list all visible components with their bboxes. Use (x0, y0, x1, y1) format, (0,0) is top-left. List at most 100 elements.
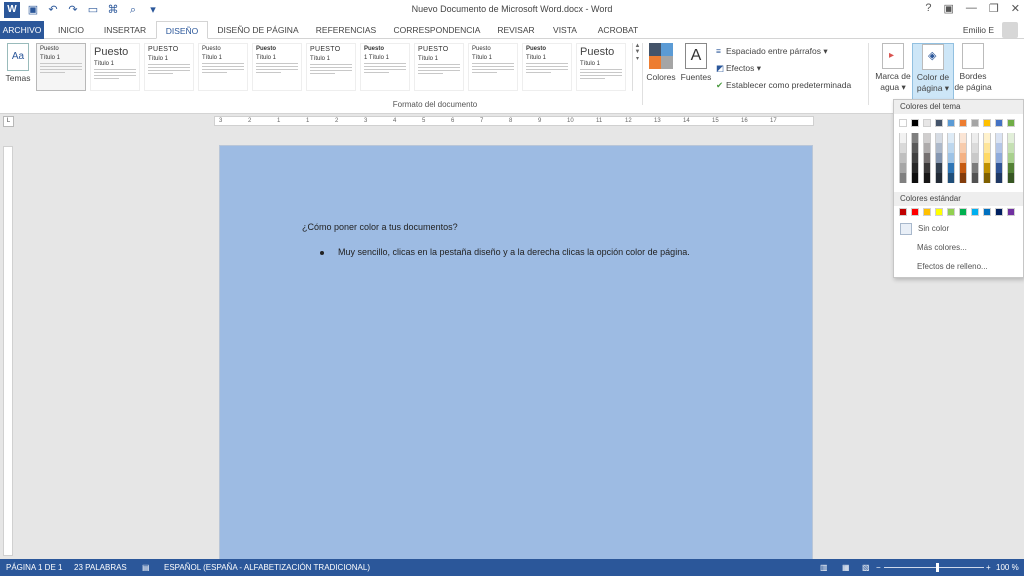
theme-shade-swatch[interactable] (1007, 173, 1015, 183)
theme-shade-swatch[interactable] (959, 153, 967, 163)
theme-color-swatch[interactable] (995, 119, 1003, 127)
tab-correspondencia[interactable]: CORRESPONDENCIA (388, 21, 486, 39)
theme-shade-swatch[interactable] (971, 173, 979, 183)
theme-shade-swatch[interactable] (899, 133, 907, 143)
theme-shade-swatch[interactable] (935, 163, 943, 173)
theme-shade-swatch[interactable] (971, 133, 979, 143)
theme-shade-swatch[interactable] (983, 173, 991, 183)
theme-color-swatch[interactable] (971, 119, 979, 127)
theme-shade-swatch[interactable] (923, 153, 931, 163)
web-layout-icon[interactable]: ▧ (862, 563, 870, 572)
theme-shade-swatch[interactable] (911, 173, 919, 183)
theme-shade-swatch[interactable] (935, 153, 943, 163)
theme-shade-swatch[interactable] (995, 133, 1003, 143)
style-set-thumbnail[interactable]: PUESTO Título 1 (306, 43, 356, 91)
theme-shade-swatch[interactable] (971, 163, 979, 173)
theme-color-swatch[interactable] (911, 119, 919, 127)
theme-shade-swatch[interactable] (1007, 163, 1015, 173)
theme-shade-swatch[interactable] (971, 143, 979, 153)
tab-selector[interactable]: L (3, 116, 14, 127)
word-count[interactable]: 23 PALABRAS (74, 563, 127, 572)
theme-color-swatch[interactable] (983, 119, 991, 127)
theme-shade-swatch[interactable] (899, 153, 907, 163)
theme-shade-swatch[interactable] (911, 153, 919, 163)
style-set-thumbnail[interactable]: Puesto Título 1 (198, 43, 248, 91)
help-icon[interactable]: ? (925, 2, 931, 15)
user-name[interactable]: Emilio E (963, 25, 994, 35)
theme-shade-swatch[interactable] (923, 143, 931, 153)
bullet-item[interactable]: Muy sencillo, clicas en la pestaña diseñ… (320, 247, 690, 257)
vertical-ruler[interactable] (3, 146, 13, 556)
page-count[interactable]: PÁGINA 1 DE 1 (6, 563, 62, 572)
theme-shade-swatch[interactable] (995, 173, 1003, 183)
theme-color-swatch[interactable] (899, 119, 907, 127)
theme-shade-swatch[interactable] (911, 163, 919, 173)
style-set-thumbnail[interactable]: Puesto Título 1 (522, 43, 572, 91)
tab-acrobat[interactable]: ACROBAT (590, 21, 646, 39)
standard-color-swatch[interactable] (899, 208, 907, 216)
zoom-level[interactable]: 100 % (996, 563, 1019, 572)
color-pagina-button[interactable]: ◈ Color de página ▾ (912, 43, 954, 101)
standard-color-swatch[interactable] (911, 208, 919, 216)
theme-shade-swatch[interactable] (1007, 133, 1015, 143)
standard-color-swatch[interactable] (983, 208, 991, 216)
espaciado-button[interactable]: ≡ Espaciado entre párrafos ▾ (716, 43, 872, 60)
paragraph[interactable]: ¿Cómo poner color a tus documentos? (302, 222, 458, 232)
close-icon[interactable]: ✕ (1011, 2, 1020, 15)
avatar[interactable] (1002, 22, 1018, 38)
theme-shade-swatch[interactable] (923, 133, 931, 143)
temas-button[interactable]: Aa Temas (3, 43, 33, 83)
theme-color-swatch[interactable] (935, 119, 943, 127)
theme-shade-swatch[interactable] (935, 143, 943, 153)
theme-color-swatch[interactable] (923, 119, 931, 127)
bordes-pagina-button[interactable]: Bordes de página (952, 43, 994, 93)
theme-shade-swatch[interactable] (959, 133, 967, 143)
gallery-scroll[interactable]: ▲ ▼ ▾ (632, 43, 642, 91)
fuentes-button[interactable]: A Fuentes (680, 43, 712, 82)
theme-shade-swatch[interactable] (899, 163, 907, 173)
tab-inicio[interactable]: INICIO (50, 21, 92, 39)
theme-shade-swatch[interactable] (947, 143, 955, 153)
style-set-thumbnail[interactable]: Puesto Título 1 (90, 43, 140, 91)
zoom-in-icon[interactable]: + (986, 563, 991, 572)
style-set-thumbnail[interactable]: PUESTO Título 1 (414, 43, 464, 91)
theme-shade-swatch[interactable] (947, 173, 955, 183)
restore-icon[interactable]: ❐ (989, 2, 999, 15)
theme-shade-swatch[interactable] (983, 163, 991, 173)
style-set-thumbnail[interactable]: Puesto Título 1 (468, 43, 518, 91)
standard-color-swatch[interactable] (995, 208, 1003, 216)
horizontal-ruler[interactable]: 3 2 1 1 2 3 4 5 6 7 8 9 10 11 12 13 14 15 16 17 (214, 116, 814, 126)
style-set-thumbnail[interactable]: Puesto 1 Título 1 (360, 43, 410, 91)
theme-shade-swatch[interactable] (983, 143, 991, 153)
theme-color-swatch[interactable] (1007, 119, 1015, 127)
style-set-thumbnail[interactable]: Puesto Título 1 (252, 43, 302, 91)
read-mode-icon[interactable]: ▥ (820, 563, 828, 572)
theme-shade-swatch[interactable] (959, 173, 967, 183)
theme-shade-swatch[interactable] (935, 173, 943, 183)
theme-shade-swatch[interactable] (911, 143, 919, 153)
theme-shade-swatch[interactable] (899, 143, 907, 153)
theme-shade-swatch[interactable] (923, 163, 931, 173)
standard-color-swatch[interactable] (971, 208, 979, 216)
colores-button[interactable]: Colores (646, 43, 676, 82)
theme-shade-swatch[interactable] (947, 133, 955, 143)
predeterminada-button[interactable]: ✔ Establecer como predeterminada (716, 77, 872, 94)
print-layout-icon[interactable]: ▦ (842, 563, 850, 572)
zoom-out-icon[interactable]: − (876, 563, 881, 572)
tab-diseno-pagina[interactable]: DISEÑO DE PÁGINA (212, 21, 304, 39)
tab-diseno[interactable]: DISEÑO (156, 21, 208, 39)
theme-shade-swatch[interactable] (899, 173, 907, 183)
tab-vista[interactable]: VISTA (546, 21, 584, 39)
tab-revisar[interactable]: REVISAR (492, 21, 540, 39)
theme-color-swatch[interactable] (947, 119, 955, 127)
bullet-text[interactable]: Muy sencillo, clicas en la pestaña diseñ… (338, 247, 690, 257)
theme-shade-swatch[interactable] (995, 143, 1003, 153)
style-set-thumbnail[interactable]: PUESTO Título 1 (144, 43, 194, 91)
sin-color-item[interactable]: Sin color (900, 222, 949, 236)
standard-color-swatch[interactable] (923, 208, 931, 216)
theme-shade-swatch[interactable] (995, 163, 1003, 173)
style-set-thumbnail[interactable]: Puesto Título 1 (36, 43, 86, 91)
zoom-slider-knob[interactable] (936, 563, 939, 572)
language-indicator[interactable]: ESPAÑOL (ESPAÑA - ALFABETIZACIÓN TRADICI… (164, 563, 370, 572)
marca-agua-button[interactable]: ▸ Marca de agua ▾ (872, 43, 914, 93)
